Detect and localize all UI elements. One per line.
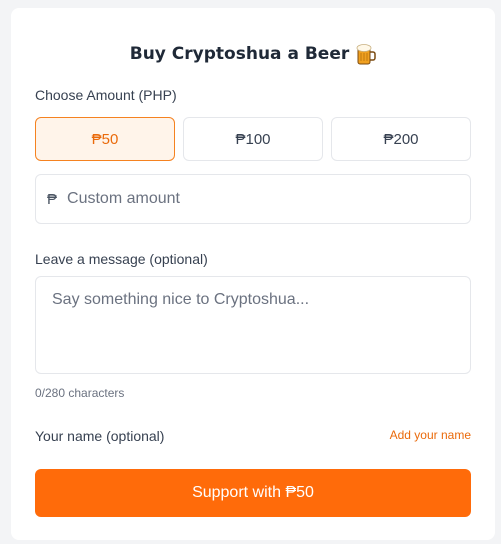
amount-label: Choose Amount (PHP) — [35, 87, 177, 103]
custom-amount-input[interactable] — [67, 190, 448, 208]
page-title: Buy Cryptoshua a Beer — [11, 43, 495, 65]
amount-option-50[interactable]: ₱50 — [35, 117, 175, 161]
character-counter: 0/280 characters — [35, 386, 125, 400]
currency-prefix: ₱ — [47, 190, 58, 208]
message-textarea[interactable] — [35, 276, 471, 374]
message-label: Leave a message (optional) — [35, 251, 208, 267]
support-button[interactable]: Support with ₱50 — [35, 469, 471, 517]
beer-mug-icon — [356, 44, 376, 65]
add-name-link[interactable]: Add your name — [390, 428, 471, 442]
custom-amount-field[interactable]: ₱ — [35, 174, 471, 224]
title-text: Buy Cryptoshua a Beer — [129, 44, 350, 64]
name-label: Your name (optional) — [35, 428, 165, 444]
amount-option-200[interactable]: ₱200 — [331, 117, 471, 161]
amount-option-100[interactable]: ₱100 — [183, 117, 323, 161]
donation-card: Buy Cryptoshua a Beer Choose Amount (PHP… — [11, 8, 495, 540]
